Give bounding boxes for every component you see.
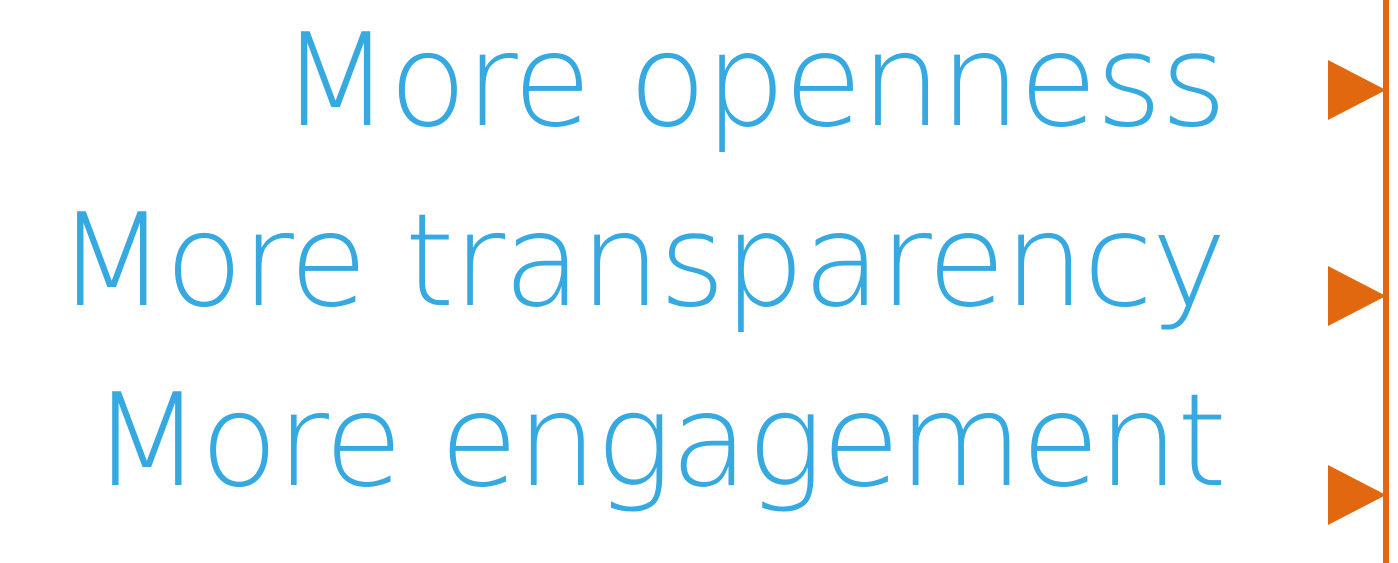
slide: More openness More transparency More eng… — [0, 0, 1398, 563]
triangle-right-icon — [1328, 465, 1386, 525]
line-more-engagement: More engagement — [91, 367, 1227, 516]
triangle-right-icon — [1328, 266, 1386, 326]
triangle-right-icon — [1328, 60, 1386, 120]
line-more-openness: More openness — [280, 7, 1227, 156]
vertical-divider — [1383, 0, 1389, 563]
line-more-transparency: More transparency — [56, 187, 1227, 336]
